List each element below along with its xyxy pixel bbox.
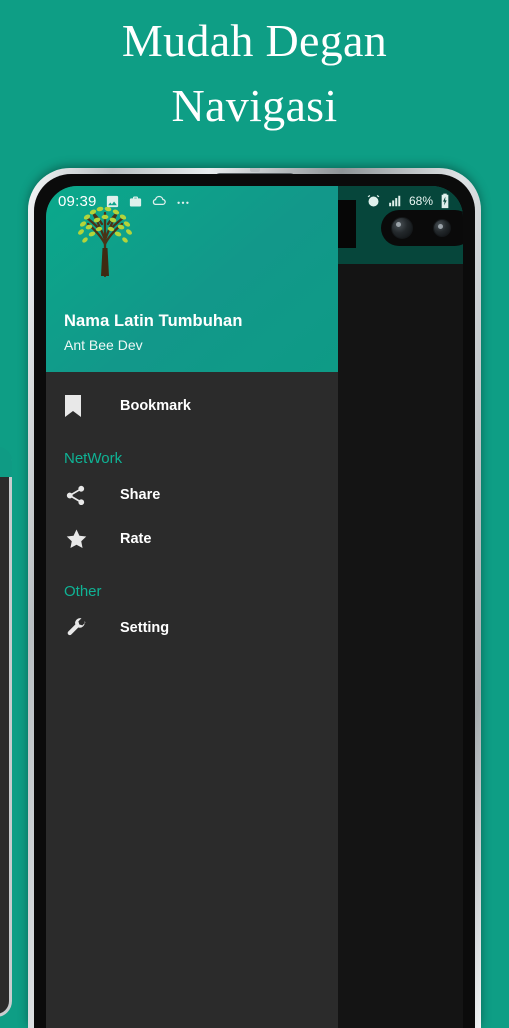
secondary-phone-appbar (0, 447, 12, 477)
menu-item-bookmark[interactable]: Bookmark (46, 384, 338, 428)
menu-item-setting[interactable]: Setting (46, 606, 338, 650)
menu-item-rate[interactable]: Rate (46, 517, 338, 561)
section-header-other: Other (64, 583, 102, 600)
menu-item-label: Rate (120, 531, 152, 547)
drawer-menu: Bookmark NetWork Share Rate Other Settin… (46, 372, 338, 650)
battery-charging-icon (439, 193, 451, 209)
status-bar-right: 68% (366, 193, 451, 209)
briefcase-icon (128, 194, 143, 209)
phone-inner-bezel: 09:39 68% Nama Latin Tumbuhan Ant Bee De… (34, 174, 475, 1028)
more-dots-icon (175, 194, 191, 209)
navigation-drawer: Nama Latin Tumbuhan Ant Bee Dev Bookmark… (46, 186, 338, 1028)
bezel-sensor-dot (249, 168, 260, 172)
phone-mockup: 09:39 68% Nama Latin Tumbuhan Ant Bee De… (28, 168, 481, 1028)
menu-item-label: Share (120, 487, 161, 503)
status-clock: 09:39 (58, 192, 97, 210)
drawer-title: Nama Latin Tumbuhan (64, 312, 243, 330)
menu-item-label: Setting (120, 620, 170, 636)
phone-screen: 09:39 68% Nama Latin Tumbuhan Ant Bee De… (46, 186, 463, 1028)
secondary-phone-mockup (0, 447, 12, 1017)
image-icon (105, 194, 120, 209)
status-bar-left: 09:39 (58, 193, 191, 210)
camera-punch-hole (381, 210, 463, 246)
section-header-network: NetWork (64, 450, 123, 467)
front-camera-lens-secondary (433, 219, 451, 237)
wrench-icon (64, 616, 108, 640)
page-title: Mudah Degan Navigasi (121, 15, 388, 132)
share-icon (64, 484, 108, 507)
alarm-icon (366, 194, 381, 209)
bookmark-icon (64, 394, 108, 418)
battery-percent-label: 68% (408, 194, 433, 208)
menu-item-label: Bookmark (120, 398, 191, 414)
menu-item-share[interactable]: Share (46, 473, 338, 517)
star-icon (64, 527, 108, 551)
signal-icon (387, 194, 403, 208)
cloud-icon (151, 193, 167, 209)
front-camera-lens-primary (391, 217, 413, 239)
drawer-subtitle: Ant Bee Dev (64, 337, 143, 353)
